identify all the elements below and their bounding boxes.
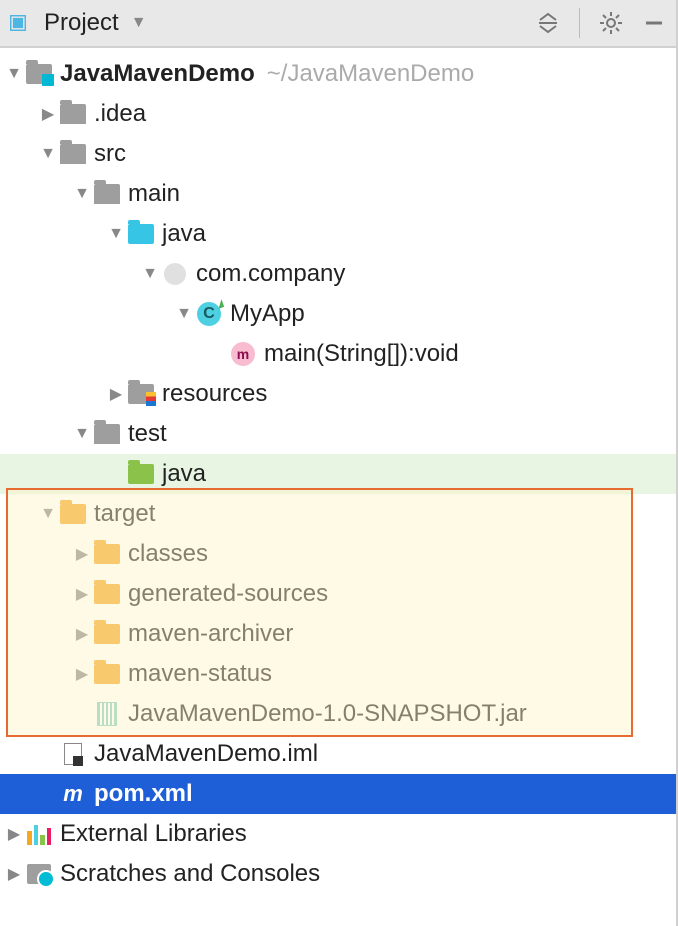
project-panel-header: Project ▼ [0, 0, 676, 48]
tree-node-scratches[interactable]: Scratches and Consoles [0, 854, 676, 894]
excluded-folder-icon [60, 501, 86, 527]
excluded-folder-icon [94, 541, 120, 567]
node-label: main(String[]):void [264, 340, 459, 368]
node-path: ~/JavaMavenDemo [267, 60, 474, 88]
iml-file-icon [60, 741, 86, 767]
project-view-icon [10, 10, 36, 36]
test-folder-icon [128, 461, 154, 487]
node-label: com.company [196, 260, 345, 288]
dropdown-icon[interactable]: ▼ [131, 14, 147, 32]
folder-icon [60, 101, 86, 127]
expand-icon[interactable] [74, 624, 90, 644]
expand-icon[interactable] [6, 864, 22, 884]
expand-icon[interactable] [176, 305, 192, 323]
tree-node-classes[interactable]: classes [0, 534, 676, 574]
tree-node-test[interactable]: test [0, 414, 676, 454]
tree-node-resources[interactable]: resources [0, 374, 676, 414]
tree-node-external-libraries[interactable]: External Libraries [0, 814, 676, 854]
node-label: Scratches and Consoles [60, 860, 320, 888]
expand-collapse-button[interactable] [535, 10, 561, 36]
node-label: main [128, 180, 180, 208]
minimize-button[interactable] [642, 11, 666, 35]
expand-icon[interactable] [6, 65, 22, 83]
node-label: src [94, 140, 126, 168]
tree-node-jar[interactable]: JavaMavenDemo-1.0-SNAPSHOT.jar [0, 694, 676, 734]
folder-icon [60, 141, 86, 167]
expand-icon[interactable] [74, 425, 90, 443]
folder-icon [94, 181, 120, 207]
expand-icon[interactable] [142, 265, 158, 283]
excluded-folder-icon [94, 621, 120, 647]
maven-file-icon: m [60, 781, 86, 807]
tree-node-package[interactable]: com.company [0, 254, 676, 294]
expand-icon[interactable] [108, 384, 124, 404]
node-label: maven-archiver [128, 620, 293, 648]
tree-node-method[interactable]: m main(String[]):void [0, 334, 676, 374]
expand-icon[interactable] [74, 544, 90, 564]
tree-node-java-test[interactable]: java [0, 454, 676, 494]
tree-node-src[interactable]: src [0, 134, 676, 174]
node-label: pom.xml [94, 780, 193, 808]
folder-icon [94, 421, 120, 447]
tree-node-maven-status[interactable]: maven-status [0, 654, 676, 694]
project-title[interactable]: Project [44, 9, 119, 37]
tree-node-pom[interactable]: m pom.xml [0, 774, 676, 814]
node-label: MyApp [230, 300, 305, 328]
node-label: classes [128, 540, 208, 568]
expand-icon[interactable] [74, 664, 90, 684]
expand-icon[interactable] [74, 185, 90, 203]
scratches-icon [26, 861, 52, 887]
tree-node-root[interactable]: JavaMavenDemo ~/JavaMavenDemo [0, 54, 676, 94]
excluded-folder-icon [94, 581, 120, 607]
tree-node-idea[interactable]: .idea [0, 94, 676, 134]
jar-icon [94, 701, 120, 727]
source-folder-icon [128, 221, 154, 247]
expand-icon[interactable] [40, 145, 56, 163]
node-label: test [128, 420, 167, 448]
tree-node-main[interactable]: main [0, 174, 676, 214]
node-label: External Libraries [60, 820, 247, 848]
node-label: JavaMavenDemo-1.0-SNAPSHOT.jar [128, 700, 527, 728]
module-folder-icon [26, 61, 52, 87]
expand-icon[interactable] [6, 824, 22, 844]
expand-icon[interactable] [108, 225, 124, 243]
node-label: java [162, 460, 206, 488]
node-label: JavaMavenDemo.iml [94, 740, 318, 768]
tree-node-maven-archiver[interactable]: maven-archiver [0, 614, 676, 654]
node-label: JavaMavenDemo [60, 60, 255, 88]
class-icon: C [196, 301, 222, 327]
project-tree[interactable]: JavaMavenDemo ~/JavaMavenDemo .idea src … [0, 48, 676, 894]
node-label: maven-status [128, 660, 272, 688]
settings-button[interactable] [598, 10, 624, 36]
tree-node-class[interactable]: C MyApp [0, 294, 676, 334]
package-icon [162, 261, 188, 287]
expand-icon[interactable] [40, 104, 56, 124]
node-label: java [162, 220, 206, 248]
node-label: .idea [94, 100, 146, 128]
expand-icon[interactable] [74, 584, 90, 604]
node-label: resources [162, 380, 267, 408]
tree-node-iml[interactable]: JavaMavenDemo.iml [0, 734, 676, 774]
resources-folder-icon [128, 381, 154, 407]
excluded-folder-icon [94, 661, 120, 687]
divider [579, 8, 580, 38]
node-label: target [94, 500, 155, 528]
libraries-icon [26, 821, 52, 847]
expand-icon[interactable] [40, 505, 56, 523]
node-label: generated-sources [128, 580, 328, 608]
method-icon: m [230, 341, 256, 367]
tree-node-generated-sources[interactable]: generated-sources [0, 574, 676, 614]
tree-node-java-main[interactable]: java [0, 214, 676, 254]
tree-node-target[interactable]: target [0, 494, 676, 534]
